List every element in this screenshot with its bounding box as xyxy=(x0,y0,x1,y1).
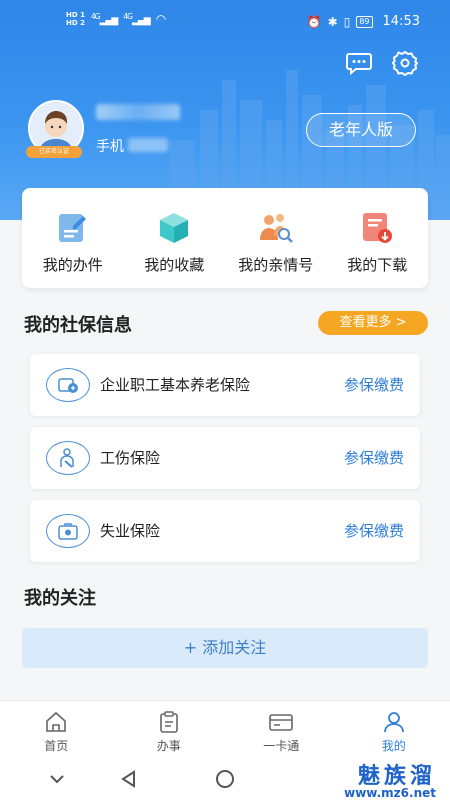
tab-label: 我的 xyxy=(381,739,406,753)
social-insurance-title: 我的社保信息 xyxy=(24,315,132,336)
status-bar: HD 1 HD 2 4G▂▄▆ 4G▂▄▆ ◠ ⏰ ✱ ▯ 89 14:53 xyxy=(0,0,450,40)
view-more-button[interactable]: 查看更多 > xyxy=(318,311,428,335)
follow-title: 我的关注 xyxy=(24,588,96,609)
quick-action-label: 我的收藏 xyxy=(144,256,205,274)
elder-mode-button[interactable]: 老年人版 xyxy=(306,113,416,147)
signal-icon-2: 4G▂▄▆ xyxy=(123,12,150,26)
watermark: 魅族溜 www.mz6.net xyxy=(344,758,436,800)
vibrate-icon: ▯ xyxy=(343,14,351,29)
phone-label: 手机 xyxy=(96,139,124,155)
quick-actions-card: 我的办件 我的收藏 我的亲情号 我的下载 xyxy=(22,188,428,288)
cube-icon xyxy=(160,213,189,243)
clipboard-icon xyxy=(159,711,178,733)
phone-redacted xyxy=(128,138,168,152)
card-icon xyxy=(269,714,294,731)
tab-mine[interactable]: 我的 xyxy=(338,701,450,758)
tab-services[interactable]: 办事 xyxy=(113,701,226,758)
family-search-icon xyxy=(259,214,293,243)
watermark-url: www.mz6.net xyxy=(344,786,436,800)
username-redacted xyxy=(96,104,180,120)
quick-action-my-applications[interactable]: 我的办件 xyxy=(22,188,124,288)
quick-action-label: 我的下载 xyxy=(347,256,408,274)
tab-label: 一卡通 xyxy=(263,739,300,753)
home-button-icon[interactable] xyxy=(214,768,236,790)
download-doc-icon xyxy=(363,213,393,243)
clock: 14:53 xyxy=(382,14,420,29)
chat-bubble-icon[interactable] xyxy=(346,50,372,76)
insurance-card-pension[interactable]: 企业职工基本养老保险 参保缴费 xyxy=(30,354,420,416)
person-icon xyxy=(383,712,404,733)
verified-badge: 已实名认证 xyxy=(26,146,82,158)
unemployment-icon xyxy=(46,514,90,548)
quick-action-label: 我的办件 xyxy=(42,256,103,274)
hd2-indicator: HD 2 xyxy=(66,19,85,27)
quick-action-family-number[interactable]: 我的亲情号 xyxy=(225,188,327,288)
pay-insurance-link[interactable]: 参保缴费 xyxy=(344,447,404,468)
wifi-icon: ◠ xyxy=(155,12,167,26)
quick-action-my-favorites[interactable]: 我的收藏 xyxy=(124,188,226,288)
insurance-card-injury[interactable]: 工伤保险 参保缴费 xyxy=(30,427,420,489)
tab-card[interactable]: 一卡通 xyxy=(225,701,338,758)
injury-icon xyxy=(46,441,90,475)
battery-icon: 89 xyxy=(356,15,373,28)
pay-insurance-link[interactable]: 参保缴费 xyxy=(344,374,404,395)
bottom-tabbar: 首页 办事 一卡通 我的 xyxy=(0,700,450,758)
insurance-name: 企业职工基本养老保险 xyxy=(100,376,251,394)
alarm-icon: ⏰ xyxy=(306,14,322,29)
edit-doc-icon xyxy=(58,214,86,242)
tab-label: 首页 xyxy=(44,739,69,753)
pension-icon xyxy=(46,368,90,402)
bluetooth-icon: ✱ xyxy=(327,14,338,29)
quick-action-my-downloads[interactable]: 我的下载 xyxy=(327,188,429,288)
tab-home[interactable]: 首页 xyxy=(0,701,113,758)
insurance-name: 工伤保险 xyxy=(100,449,161,467)
home-icon xyxy=(46,711,67,732)
chevron-down-icon[interactable] xyxy=(46,768,68,790)
hd1-indicator: HD 1 xyxy=(66,11,85,19)
add-follow-button[interactable]: + 添加关注 xyxy=(22,628,428,668)
gear-icon[interactable] xyxy=(392,50,418,76)
quick-action-label: 我的亲情号 xyxy=(238,256,314,274)
insurance-card-unemployment[interactable]: 失业保险 参保缴费 xyxy=(30,500,420,562)
pay-insurance-link[interactable]: 参保缴费 xyxy=(344,520,404,541)
profile-header: HD 1 HD 2 4G▂▄▆ 4G▂▄▆ ◠ ⏰ ✱ ▯ 89 14:53 已… xyxy=(0,0,450,220)
signal-icon: 4G▂▄▆ xyxy=(90,12,118,26)
tab-label: 办事 xyxy=(156,739,181,753)
insurance-name: 失业保险 xyxy=(100,522,161,540)
back-icon[interactable] xyxy=(118,768,140,790)
